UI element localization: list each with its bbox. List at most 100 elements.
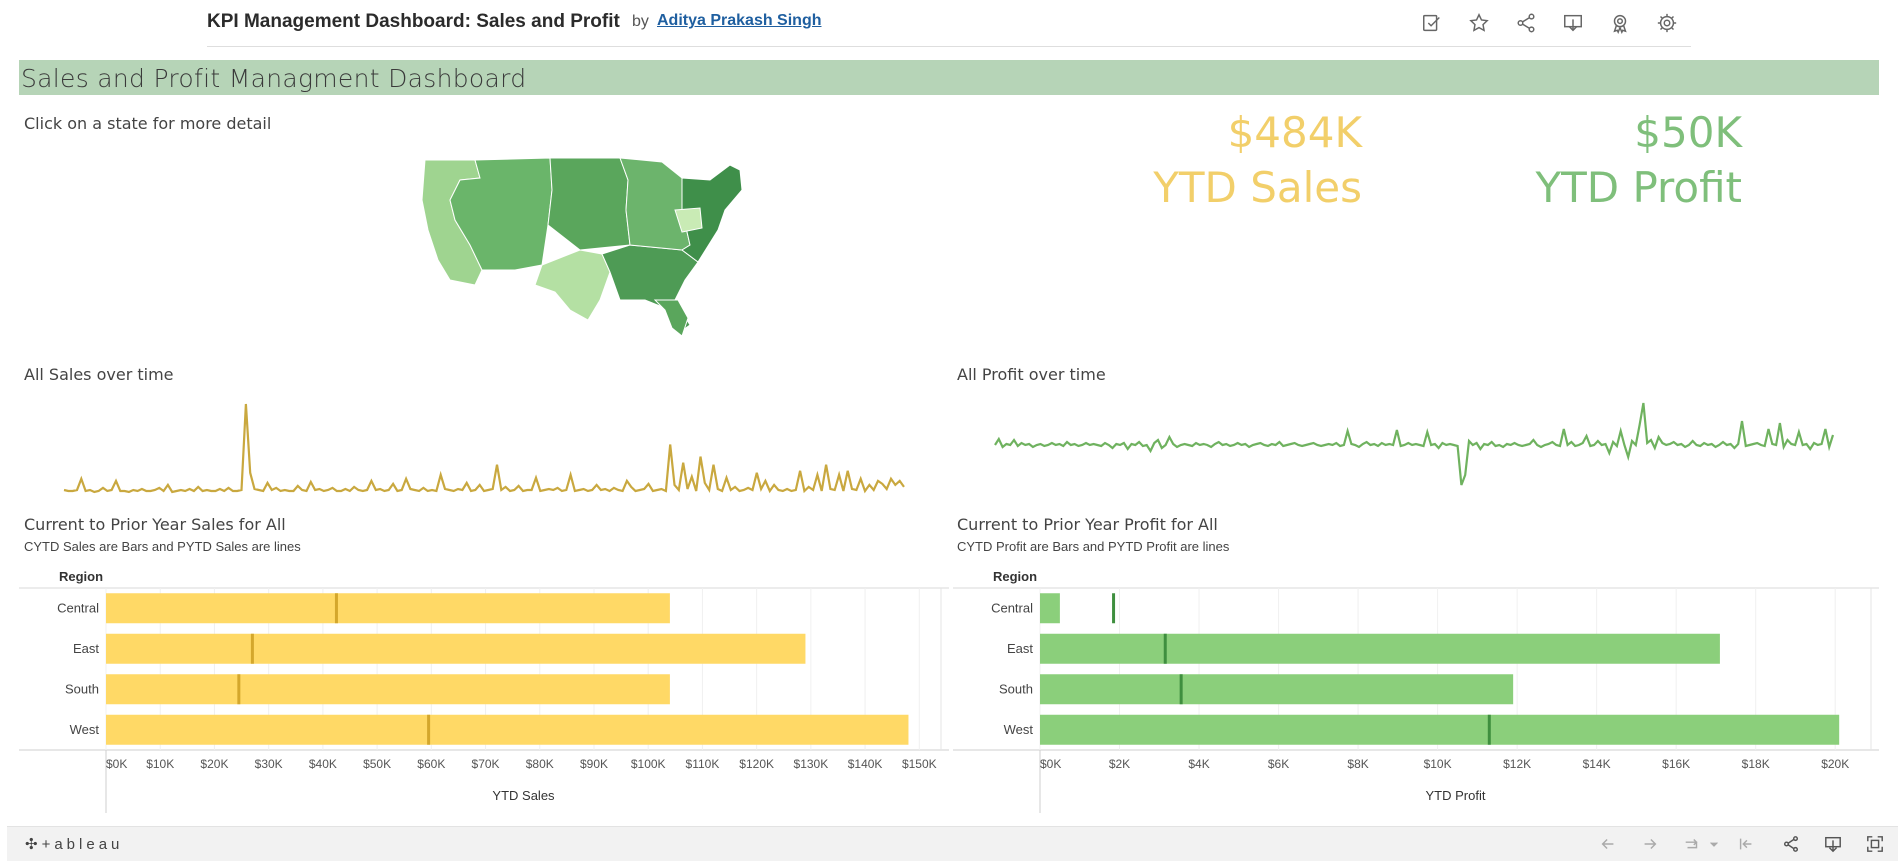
x-tick-label: $40K: [309, 757, 337, 771]
workbook-title: KPI Management Dashboard: Sales and Prof…: [207, 11, 620, 32]
tableau-logo[interactable]: ✣+ableau: [25, 835, 123, 853]
x-tick-label: $6K: [1268, 757, 1289, 771]
x-tick-label: $4K: [1188, 757, 1209, 771]
sales-line-chart[interactable]: [19, 395, 949, 495]
x-tick-label: $0K: [1040, 757, 1061, 771]
cytd-bar[interactable]: [1040, 593, 1060, 624]
pytd-marker[interactable]: [1112, 593, 1116, 624]
category-label: West: [1004, 722, 1034, 737]
edit-icon[interactable]: [1420, 11, 1444, 35]
share-icon[interactable]: [1780, 834, 1802, 854]
revert-icon[interactable]: [1681, 834, 1703, 854]
profit-line-chart[interactable]: [953, 395, 1879, 495]
favorite-star-icon[interactable]: [1467, 11, 1491, 35]
tableau-footer: ✣+ableau: [7, 826, 1898, 861]
x-tick-label: $20K: [200, 757, 228, 771]
x-tick-label: $14K: [1583, 757, 1611, 771]
map-plains-region[interactable]: [547, 157, 631, 251]
share-icon[interactable]: [1514, 11, 1538, 35]
category-label: South: [999, 681, 1033, 696]
category-label: West: [70, 722, 100, 737]
ytd-profit-value: $50K: [1634, 108, 1742, 157]
x-tick-label: $30K: [255, 757, 283, 771]
category-label: Central: [57, 600, 99, 615]
sales-compare-title: Current to Prior Year Sales for All: [24, 515, 286, 534]
x-tick-label: $10K: [1424, 757, 1452, 771]
x-tick-label: $150K: [902, 757, 937, 771]
header-divider: [207, 46, 1691, 47]
dashboard-banner: Sales and Profit Managment Dashboard: [19, 60, 1879, 95]
profit-over-time-title: All Profit over time: [957, 365, 1106, 384]
map-texas[interactable]: [534, 249, 611, 321]
cytd-bar[interactable]: [1040, 633, 1720, 664]
x-tick-label: $2K: [1109, 757, 1130, 771]
x-tick-label: $50K: [363, 757, 391, 771]
map-florida[interactable]: [653, 299, 689, 337]
x-tick-label: $12K: [1503, 757, 1531, 771]
map-midwest-region[interactable]: [619, 157, 691, 251]
x-tick-label: $120K: [739, 757, 774, 771]
category-label: East: [73, 641, 99, 656]
sales-series-line: [63, 403, 905, 494]
x-tick-label: $100K: [631, 757, 666, 771]
x-tick-label: $70K: [472, 757, 500, 771]
tableau-brand-text: +ableau: [41, 836, 124, 853]
pytd-marker[interactable]: [250, 633, 254, 664]
cytd-bar[interactable]: [106, 593, 670, 624]
region-header: Region: [59, 569, 103, 584]
ytd-sales-value: $484K: [1227, 108, 1362, 157]
sales-bar-chart[interactable]: Region $0K $10K $20K $30K $40K $50K $60K $70K $80…: [19, 568, 949, 813]
ytd-profit-label: YTD Profit: [1535, 163, 1742, 212]
download-icon[interactable]: [1822, 834, 1844, 854]
fullscreen-icon[interactable]: [1864, 834, 1886, 854]
redo-icon[interactable]: [1639, 834, 1661, 854]
profit-series-line: [994, 402, 1835, 486]
byline-prefix: by: [632, 13, 649, 30]
us-states-map[interactable]: [420, 150, 765, 340]
x-tick-label: $80K: [526, 757, 554, 771]
x-tick-label: $90K: [580, 757, 608, 771]
x-tick-label: $60K: [417, 757, 445, 771]
x-tick-label: $0K: [106, 757, 127, 771]
reset-icon[interactable]: [1735, 834, 1757, 854]
pytd-marker[interactable]: [1487, 714, 1491, 745]
pytd-marker[interactable]: [1179, 674, 1183, 705]
x-tick-label: $140K: [848, 757, 883, 771]
cytd-bar[interactable]: [106, 714, 909, 745]
sales-over-time-title: All Sales over time: [24, 365, 174, 384]
pytd-marker[interactable]: [427, 714, 431, 745]
undo-icon[interactable]: [1597, 834, 1619, 854]
region-header: Region: [993, 569, 1037, 584]
x-axis-title: YTD Profit: [1426, 788, 1486, 803]
pytd-marker[interactable]: [1163, 633, 1167, 664]
author-link[interactable]: Aditya Prakash Singh: [657, 12, 822, 30]
x-axis-title: YTD Sales: [492, 788, 555, 803]
x-tick-label: $8K: [1347, 757, 1368, 771]
x-tick-label: $110K: [686, 757, 720, 771]
ytd-sales-label: YTD Sales: [1153, 163, 1362, 212]
category-label: Central: [991, 600, 1033, 615]
cytd-bar[interactable]: [1040, 674, 1514, 705]
sales-compare-subtitle: CYTD Sales are Bars and PYTD Sales are l…: [24, 539, 301, 554]
x-tick-label: $16K: [1662, 757, 1690, 771]
pytd-marker[interactable]: [237, 674, 241, 705]
profit-compare-title: Current to Prior Year Profit for All: [957, 515, 1218, 534]
profit-bar-chart[interactable]: Region $0K $2K $4K $6K $8K $10K $12K $14K $16K $18…: [953, 568, 1879, 813]
x-tick-label: $20K: [1821, 757, 1849, 771]
x-tick-label: $10K: [146, 757, 174, 771]
x-tick-label: $18K: [1742, 757, 1770, 771]
profit-compare-subtitle: CYTD Profit are Bars and PYTD Profit are…: [957, 539, 1230, 554]
x-tick-label: $130K: [794, 757, 829, 771]
top-header: KPI Management Dashboard: Sales and Prof…: [0, 0, 1898, 48]
tableau-logo-icon: ✣: [25, 836, 42, 853]
cytd-bar[interactable]: [106, 674, 670, 705]
pytd-marker[interactable]: [334, 593, 338, 624]
download-icon[interactable]: [1561, 11, 1585, 35]
settings-gear-icon[interactable]: [1655, 11, 1679, 35]
cytd-bar[interactable]: [106, 633, 806, 664]
badge-icon[interactable]: [1608, 11, 1632, 35]
cytd-bar[interactable]: [1040, 714, 1840, 745]
dashboard-title: Sales and Profit Managment Dashboard: [21, 64, 527, 93]
category-label: East: [1007, 641, 1033, 656]
dropdown-icon[interactable]: [1707, 834, 1721, 854]
